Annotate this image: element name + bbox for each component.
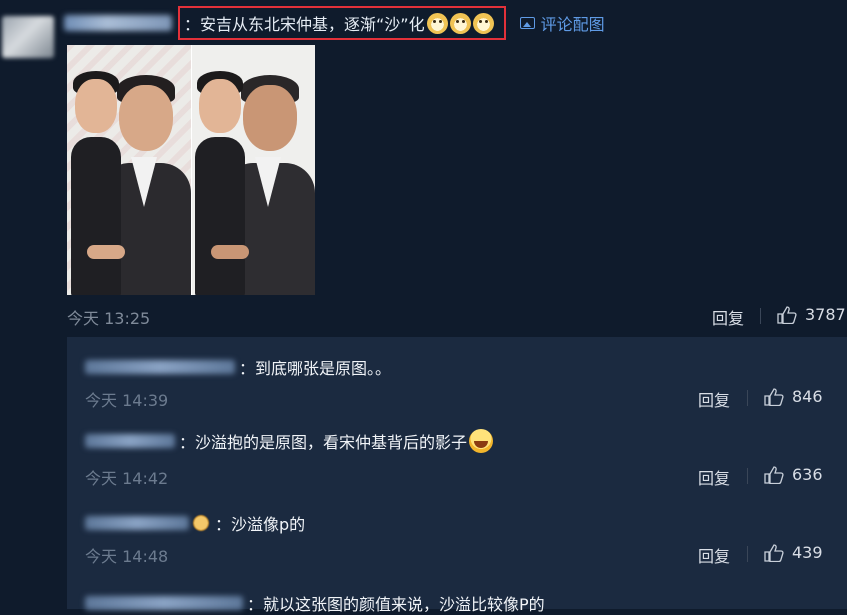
- dog-face-icon: [426, 12, 448, 34]
- like-button[interactable]: 846: [764, 387, 823, 406]
- view-image-link[interactable]: 评论配图: [519, 11, 605, 35]
- dog-face-icon: [449, 12, 471, 34]
- reply-line: ：就以这张图的颜值来说，沙溢比较像P的: [85, 591, 545, 615]
- reply-user-name[interactable]: [85, 434, 175, 448]
- divider: [747, 390, 748, 406]
- commenter-name[interactable]: [64, 15, 172, 31]
- like-button[interactable]: 439: [764, 543, 823, 562]
- reply-user-name[interactable]: [85, 516, 189, 530]
- thumbs-up-icon: [777, 305, 797, 324]
- reply-user-name[interactable]: [85, 360, 235, 374]
- like-count: 636: [792, 465, 823, 484]
- comment-time: 今天 13:25: [67, 309, 151, 328]
- reply-text: ：沙溢像p的: [215, 515, 306, 534]
- reply-button[interactable]: 回复: [698, 543, 730, 567]
- reply-line: ：到底哪张是原图。。: [85, 355, 391, 379]
- reply-button[interactable]: 回复: [698, 387, 730, 411]
- image-panel-left: [67, 45, 191, 295]
- reply-text: ：到底哪张是原图。。: [239, 359, 392, 378]
- highlighted-comment: ：安吉从东北宋仲基，逐渐“沙”化: [178, 6, 506, 40]
- reply-button[interactable]: 回复: [698, 465, 730, 489]
- thumbs-up-icon: [764, 387, 784, 406]
- reply-button[interactable]: 回复: [712, 305, 744, 329]
- like-count: 439: [792, 543, 823, 562]
- reply-time: 今天 14:48: [85, 547, 169, 566]
- laughing-face-icon: [469, 429, 494, 453]
- comment-text: ：安吉从东北宋仲基，逐渐“沙”化: [184, 15, 425, 34]
- reply-time: 今天 14:42: [85, 469, 169, 488]
- reply-text: ：沙溢抱的是原图，看宋仲基背后的影子: [179, 433, 468, 452]
- comment-image[interactable]: [67, 45, 315, 295]
- reply-line: ：沙溢像p的: [85, 511, 305, 535]
- main-comment: ：安吉从东北宋仲基，逐渐“沙”化 评论配图: [64, 6, 605, 40]
- like-button[interactable]: 636: [764, 465, 823, 484]
- like-count: 3787: [805, 305, 846, 324]
- replies-panel: ：到底哪张是原图。。 今天 14:39 回复 846 ：沙溢抱的是原图，看宋仲基…: [67, 337, 847, 614]
- main-comment-meta: 今天 13:25 回复 3787: [67, 305, 847, 329]
- image-icon: [519, 17, 535, 29]
- image-panel-right: [191, 45, 315, 295]
- divider: [747, 546, 748, 562]
- emoji-icon: [193, 515, 209, 531]
- thumbs-up-icon: [764, 543, 784, 562]
- view-image-label: 评论配图: [540, 15, 605, 34]
- reply-user-name[interactable]: [85, 596, 243, 610]
- divider: [747, 468, 748, 484]
- reply-time: 今天 14:39: [85, 391, 169, 410]
- like-count: 846: [792, 387, 823, 406]
- dog-face-icon: [472, 12, 494, 34]
- commenter-avatar[interactable]: [2, 16, 54, 58]
- thumbs-up-icon: [764, 465, 784, 484]
- divider: [760, 308, 761, 324]
- reply-line: ：沙溢抱的是原图，看宋仲基背后的影子: [85, 429, 494, 453]
- reply-text: ：就以这张图的颜值来说，沙溢比较像P的: [247, 595, 545, 614]
- like-button[interactable]: 3787: [777, 305, 846, 324]
